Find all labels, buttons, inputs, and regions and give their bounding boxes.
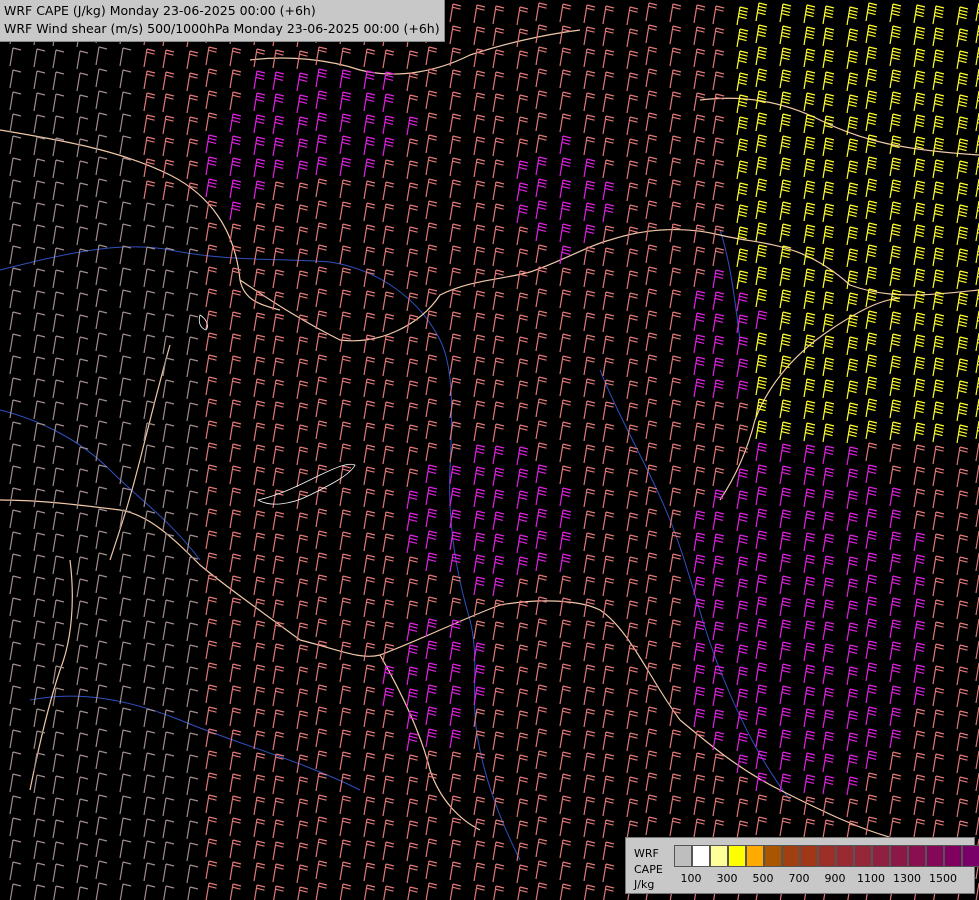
legend-tick: 1100 bbox=[857, 872, 885, 885]
legend-param-label: CAPE bbox=[634, 863, 663, 876]
legend-swatch bbox=[836, 845, 854, 867]
legend-tick: 500 bbox=[752, 872, 774, 885]
legend-tick: 1300 bbox=[893, 872, 921, 885]
legend-swatch bbox=[710, 845, 728, 867]
legend-tick: 700 bbox=[788, 872, 810, 885]
legend-swatch bbox=[944, 845, 962, 867]
wind-shear-map bbox=[0, 0, 979, 900]
legend-swatch bbox=[908, 845, 926, 867]
legend-swatch bbox=[818, 845, 836, 867]
legend-swatch bbox=[890, 845, 908, 867]
legend-swatch bbox=[962, 845, 979, 867]
legend-model-label: WRF bbox=[634, 847, 659, 860]
legend-swatch bbox=[764, 845, 782, 867]
legend-tick: 100 bbox=[680, 872, 702, 885]
legend-unit-label: J/kg bbox=[634, 878, 655, 891]
cape-legend: WRF CAPE J/kg 100 300 500 700 900 1100 1… bbox=[625, 837, 979, 894]
legend-swatch bbox=[674, 845, 692, 867]
legend-swatch bbox=[746, 845, 764, 867]
legend-swatch bbox=[728, 845, 746, 867]
legend-tick: 1500 bbox=[929, 872, 957, 885]
legend-swatch bbox=[872, 845, 890, 867]
legend-tick: 900 bbox=[824, 872, 846, 885]
legend-swatch bbox=[854, 845, 872, 867]
legend-swatch bbox=[800, 845, 818, 867]
legend-swatch bbox=[782, 845, 800, 867]
legend-color-scale bbox=[674, 845, 979, 867]
map-title-wind-shear: WRF Wind shear (m/s) 500/1000hPa Monday … bbox=[4, 21, 440, 36]
map-title-cape: WRF CAPE (J/kg) Monday 23-06-2025 00:00 … bbox=[4, 3, 316, 18]
legend-swatch bbox=[926, 845, 944, 867]
map-title-box: WRF CAPE (J/kg) Monday 23-06-2025 00:00 … bbox=[0, 0, 445, 42]
legend-swatch bbox=[692, 845, 710, 867]
legend-tick: 300 bbox=[716, 872, 738, 885]
